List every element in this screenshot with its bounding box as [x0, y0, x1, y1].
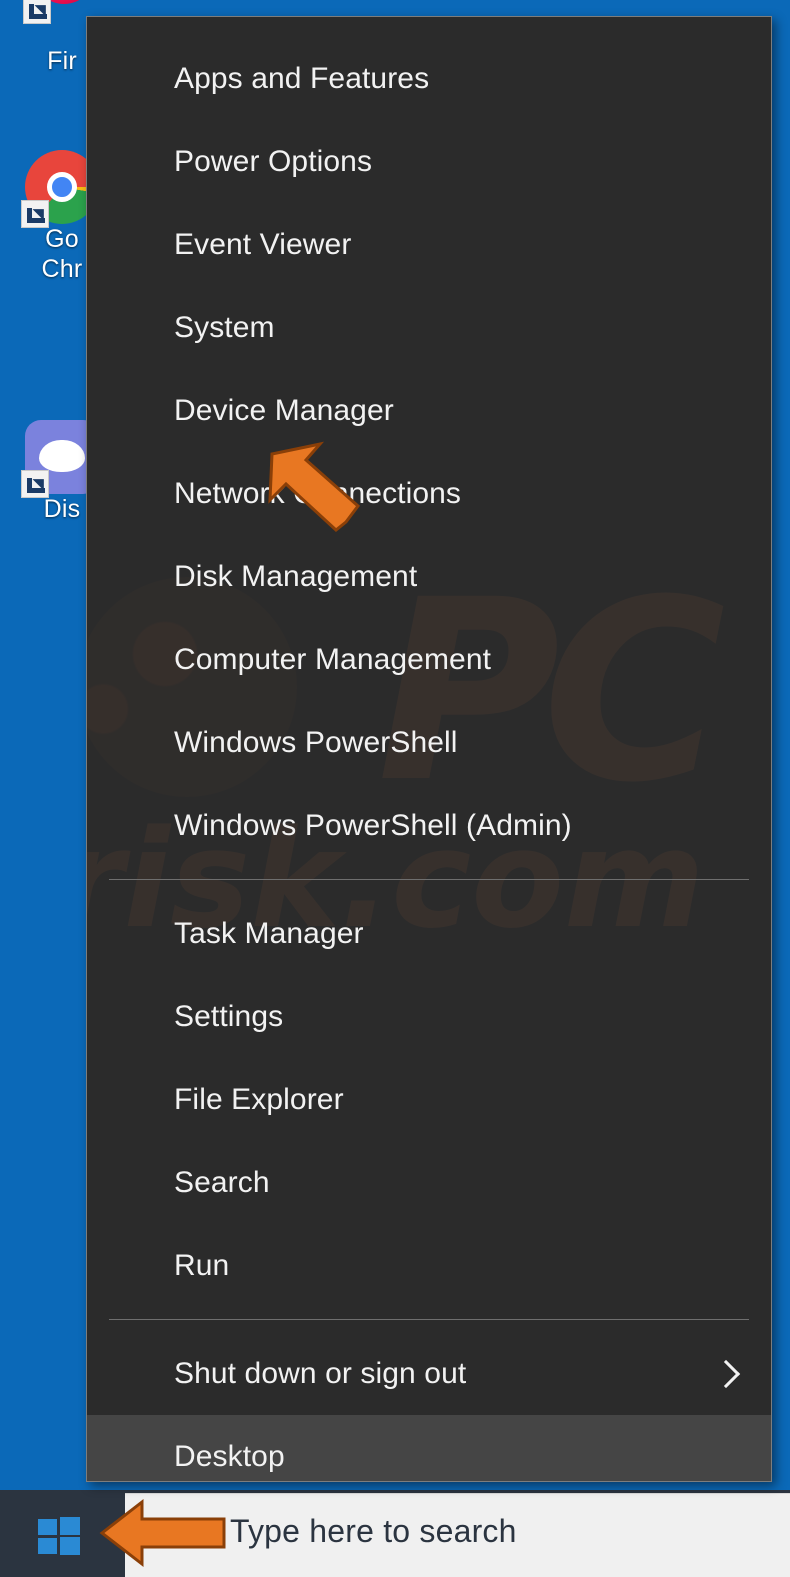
menu-item-label: Task Manager	[174, 917, 364, 950]
shortcut-arrow-icon	[21, 470, 49, 498]
menu-item-label: Settings	[174, 1000, 283, 1033]
winx-context-menu: PC risk.com Apps and Features Power Opti…	[86, 16, 772, 1482]
menu-item-search[interactable]: Search	[87, 1141, 771, 1224]
menu-item-windows-powershell-admin[interactable]: Windows PowerShell (Admin)	[87, 784, 771, 867]
shortcut-arrow-icon	[23, 0, 51, 24]
menu-item-desktop[interactable]: Desktop	[87, 1415, 771, 1482]
menu-item-label: Desktop	[174, 1440, 285, 1473]
menu-item-disk-management[interactable]: Disk Management	[87, 535, 771, 618]
shortcut-arrow-icon	[21, 200, 49, 228]
menu-item-power-options[interactable]: Power Options	[87, 120, 771, 203]
menu-item-label: Run	[174, 1249, 229, 1282]
menu-item-network-connections[interactable]: Network Connections	[87, 452, 771, 535]
menu-item-file-explorer[interactable]: File Explorer	[87, 1058, 771, 1141]
chevron-right-icon	[712, 1359, 740, 1387]
windows-logo-icon	[38, 1517, 80, 1555]
menu-item-label: Windows PowerShell	[174, 726, 458, 759]
menu-item-computer-management[interactable]: Computer Management	[87, 618, 771, 701]
menu-item-label: Computer Management	[174, 643, 491, 676]
menu-item-label: Windows PowerShell (Admin)	[174, 809, 572, 842]
menu-item-device-manager[interactable]: Device Manager	[87, 369, 771, 452]
menu-item-event-viewer[interactable]: Event Viewer	[87, 203, 771, 286]
menu-item-system[interactable]: System	[87, 286, 771, 369]
menu-item-label: Device Manager	[174, 394, 394, 427]
menu-item-label: Apps and Features	[174, 62, 429, 95]
menu-item-label: File Explorer	[174, 1083, 344, 1116]
menu-item-shut-down-or-sign-out[interactable]: Shut down or sign out	[87, 1332, 771, 1415]
menu-separator	[109, 879, 749, 880]
menu-item-task-manager[interactable]: Task Manager	[87, 892, 771, 975]
menu-item-label: Event Viewer	[174, 228, 351, 261]
menu-item-run[interactable]: Run	[87, 1224, 771, 1307]
search-placeholder-text: Type here to search	[230, 1513, 517, 1550]
menu-item-label: Disk Management	[174, 560, 417, 593]
menu-item-windows-powershell[interactable]: Windows PowerShell	[87, 701, 771, 784]
menu-item-label: Search	[174, 1166, 270, 1199]
menu-item-apps-and-features[interactable]: Apps and Features	[87, 37, 771, 120]
menu-item-settings[interactable]: Settings	[87, 975, 771, 1058]
annotation-arrow-device-manager	[262, 438, 382, 538]
annotation-arrow-start-button	[98, 1496, 230, 1570]
menu-item-label: Power Options	[174, 145, 372, 178]
menu-item-label: Shut down or sign out	[174, 1357, 466, 1390]
menu-separator	[109, 1319, 749, 1320]
menu-item-label: System	[174, 311, 275, 344]
